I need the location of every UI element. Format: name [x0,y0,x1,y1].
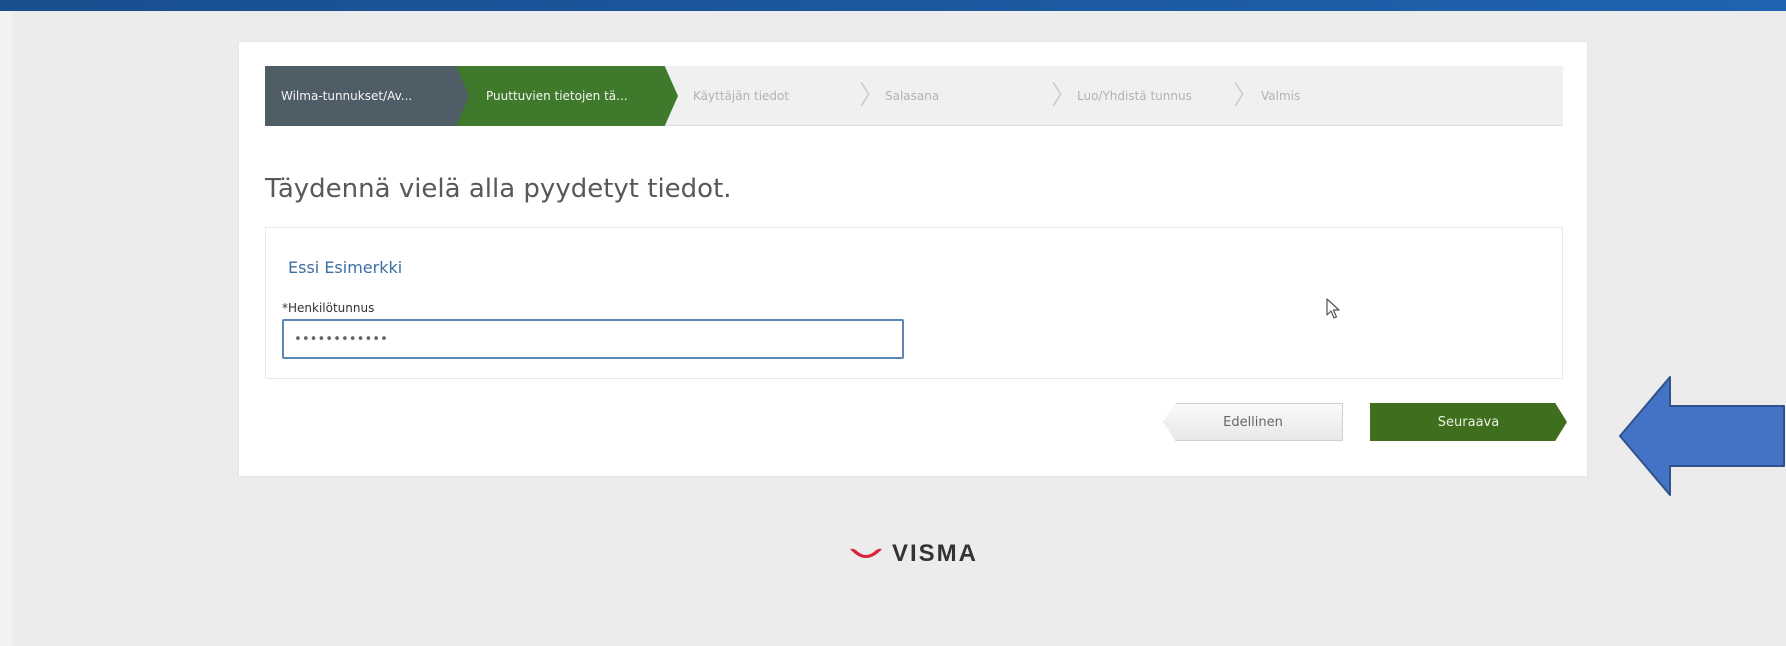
step-label: Käyttäjän tiedot [693,89,790,103]
page-edge [0,11,12,646]
wizard-card: Wilma-tunnukset/Av... Puuttuvien tietoje… [239,42,1587,476]
step-separator: 〉 [1051,81,1078,111]
step-label: Luo/Yhdistä tunnus [1077,89,1192,103]
step-label: Salasana [885,89,940,103]
step-wilma-credentials[interactable]: Wilma-tunnukset/Av... [265,66,470,126]
step-missing-info[interactable]: Puuttuvien tietojen tä... [456,66,678,126]
next-button-label: Seuraava [1437,414,1500,430]
step-label: Wilma-tunnukset/Av... [281,89,413,103]
visma-logo-icon [850,548,882,558]
step-label: Puuttuvien tietojen tä... [486,89,628,103]
visma-logo-text: VISMA [892,540,979,567]
top-bar [0,0,1786,11]
mouse-pointer-icon [1326,298,1340,319]
step-create-link-account: Luo/Yhdistä tunnus [1077,66,1192,126]
page-title: Täydennä vielä alla pyydetyt tiedot. [265,174,732,204]
left-arrow-icon [1619,376,1785,496]
step-separator: 〉 [859,81,886,111]
previous-button[interactable]: Edellinen [1163,403,1343,441]
ssn-input[interactable] [282,319,904,359]
previous-button-label: Edellinen [1223,414,1283,430]
ssn-label: *Henkilötunnus [282,301,375,315]
step-separator: 〉 [1233,81,1260,111]
step-user-info: Käyttäjän tiedot [693,66,789,126]
wizard-steps: Wilma-tunnukset/Av... Puuttuvien tietoje… [265,66,1563,126]
step-label: Valmis [1261,89,1301,103]
person-name: Essi Esimerkki [288,258,403,277]
next-button[interactable]: Seuraava [1370,403,1567,441]
step-done: Valmis [1261,66,1300,126]
form-panel: Essi Esimerkki *Henkilötunnus [265,227,1563,379]
visma-logo: VISMA [848,540,978,568]
step-password: Salasana [885,66,939,126]
